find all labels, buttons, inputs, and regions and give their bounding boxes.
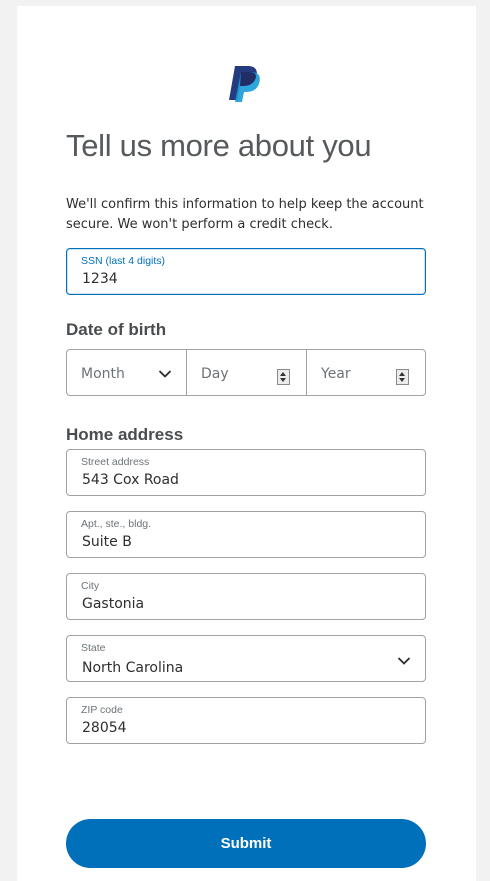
zip-field[interactable]: ZIP code 28054 [66,697,426,744]
street-field[interactable]: Street address 543 Cox Road [66,449,426,496]
street-value[interactable]: 543 Cox Road [82,472,179,488]
chevron-down-icon [397,657,411,665]
submit-button[interactable]: Submit [66,819,426,868]
day-spinner-icon[interactable] [277,369,290,385]
state-select[interactable]: State North Carolina [66,635,426,682]
address-heading: Home address [66,425,184,444]
zip-value[interactable]: 28054 [82,720,127,736]
chevron-down-icon [158,370,172,378]
ssn-value[interactable]: 1234 [82,271,118,287]
state-value: North Carolina [82,660,184,676]
street-label: Street address [81,456,150,468]
ssn-label: SSN (last 4 digits) [81,255,166,267]
page-title: Tell us more about you [66,128,372,163]
month-placeholder: Month [81,366,125,382]
dob-group: Month Day Year [66,349,426,396]
year-spinner-icon[interactable] [396,369,409,385]
state-label: State [81,642,106,654]
apt-label: Apt., ste., bldg. [81,518,152,530]
apt-field[interactable]: Apt., ste., bldg. Suite B [66,511,426,558]
day-input[interactable]: Day [186,350,306,395]
year-placeholder: Year [321,366,351,382]
day-placeholder: Day [201,366,229,382]
intro-text: We'll confirm this information to help k… [66,197,424,232]
paypal-logo-icon [229,66,260,102]
ssn-field[interactable]: SSN (last 4 digits) 1234 [66,248,426,295]
apt-value[interactable]: Suite B [82,534,132,550]
zip-label: ZIP code [81,704,123,716]
city-field[interactable]: City Gastonia [66,573,426,620]
city-value[interactable]: Gastonia [82,596,144,612]
month-select[interactable]: Month [67,350,186,395]
year-input[interactable]: Year [306,350,425,395]
dob-heading: Date of birth [66,320,167,339]
city-label: City [81,580,100,592]
